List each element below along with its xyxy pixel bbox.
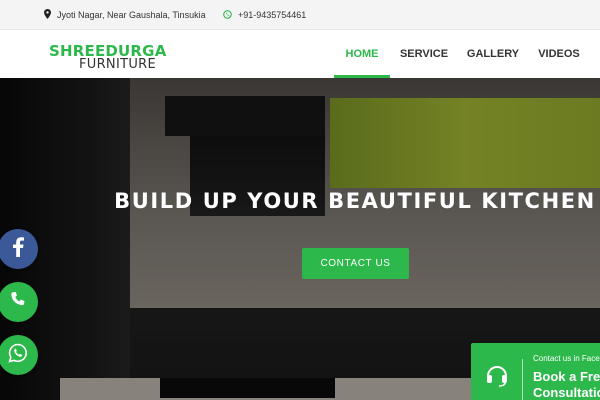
consult-divider [522, 359, 523, 400]
nav-service[interactable]: SERVICE [394, 30, 454, 78]
consultation-card[interactable]: Contact us in Faceb Book a Free Consulta… [471, 343, 600, 400]
map-pin-icon [44, 9, 51, 21]
site-header: SHREEDURGA FURNITURE HOME SERVICE GALLER… [0, 30, 600, 78]
site-logo[interactable]: SHREEDURGA FURNITURE [49, 44, 167, 72]
phone-text[interactable]: +91-9435754461 [238, 10, 306, 20]
consult-title-line-1: Book a Free [533, 369, 600, 384]
phone-icon [9, 291, 27, 314]
nav-videos[interactable]: VIDEOS [530, 30, 588, 78]
address-info: Jyoti Nagar, Near Gaushala, Tinsukia [44, 0, 206, 30]
consult-title: Book a Free Consultation [533, 369, 600, 400]
nav-home[interactable]: HOME [334, 30, 390, 78]
top-info-bar: Jyoti Nagar, Near Gaushala, Tinsukia +91… [0, 0, 600, 30]
address-text: Jyoti Nagar, Near Gaushala, Tinsukia [57, 10, 206, 20]
whatsapp-icon [223, 9, 232, 21]
phone-info[interactable]: +91-9435754461 [223, 0, 306, 30]
facebook-icon [12, 236, 24, 262]
whatsapp-icon [8, 343, 28, 368]
consult-subtitle: Contact us in Faceb [533, 354, 600, 363]
hero-headline: BUILD UP YOUR BEAUTIFUL KITCHEN [114, 189, 596, 213]
contact-us-button[interactable]: CONTACT US [302, 248, 409, 279]
nav-gallery[interactable]: GALLERY [462, 30, 524, 78]
consult-title-line-2: Consultation [533, 384, 600, 400]
headset-icon [485, 363, 509, 392]
